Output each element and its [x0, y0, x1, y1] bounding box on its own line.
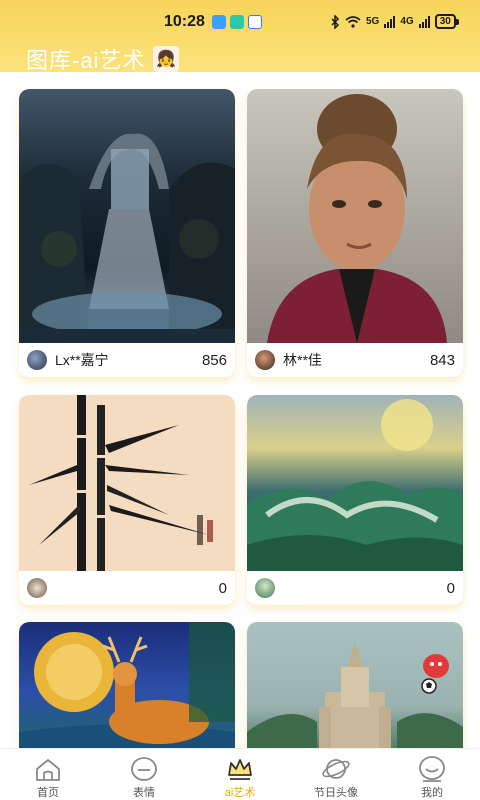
page-title: 图库-ai艺术 👧: [26, 43, 180, 75]
status-time: 10:28: [164, 13, 205, 30]
bluetooth-icon: [331, 14, 340, 29]
planet-icon: [322, 759, 350, 779]
image-card[interactable]: [19, 622, 235, 748]
ocean-waves-image[interactable]: [247, 395, 463, 571]
battery-indicator: 30: [434, 14, 459, 29]
author-avatar[interactable]: [255, 578, 275, 598]
author-avatar[interactable]: [27, 350, 47, 370]
mascot-soccer-icon[interactable]: [417, 650, 455, 694]
ocean-artwork: [247, 399, 463, 571]
like-count: 843: [429, 351, 455, 369]
like-count: 0: [446, 579, 455, 597]
bottom-tab-bar: 首页 表情 ai艺术 节日头像 我的: [0, 748, 480, 800]
image-card[interactable]: 0: [19, 395, 235, 605]
image-card[interactable]: 林**佳 843: [247, 89, 463, 377]
card-footer: 0: [247, 571, 463, 605]
network-4g-label: 4G: [400, 16, 414, 27]
card-footer: 林**佳 843: [247, 343, 463, 377]
bamboo-image[interactable]: [19, 395, 235, 571]
deer-artwork: [19, 622, 235, 748]
status-bar: 10:28 5G 4G 30: [0, 8, 480, 36]
app-header: 10:28 5G 4G 30 图库-ai艺术 👧: [0, 0, 480, 75]
waterfall-artwork: [19, 133, 235, 343]
author-avatar[interactable]: [255, 350, 275, 370]
tab-festival-avatar-label: 节日头像: [314, 787, 358, 799]
tab-emoji-label: 表情: [133, 787, 155, 799]
deer-moon-image[interactable]: [19, 622, 235, 748]
image-card[interactable]: Lx**嘉宁 856: [19, 89, 235, 377]
like-count: 0: [218, 579, 227, 597]
image-grid[interactable]: Lx**嘉宁 856 林**佳 843 0 0: [0, 72, 480, 748]
waterfall-image[interactable]: [19, 89, 235, 343]
status-app-icons: [212, 15, 262, 29]
author-name: Lx**嘉宁: [55, 352, 109, 368]
tab-profile[interactable]: 我的: [384, 749, 480, 800]
image-card[interactable]: 0: [247, 395, 463, 605]
signal-4g-icon: [418, 15, 430, 28]
tab-festival-avatar[interactable]: 节日头像: [288, 749, 384, 800]
castle-image[interactable]: [247, 622, 463, 748]
wifi-icon: [345, 15, 361, 28]
browser-app-icon: [248, 15, 262, 29]
portrait-artwork: [267, 94, 447, 343]
emoji-icon: [131, 757, 157, 781]
tab-home-label: 首页: [37, 787, 59, 799]
card-footer: Lx**嘉宁 856: [19, 343, 235, 377]
profile-icon: [419, 756, 445, 782]
author-avatar[interactable]: [27, 578, 47, 598]
portrait-image[interactable]: [247, 89, 463, 343]
signal-5g-icon: [384, 15, 396, 28]
tab-profile-label: 我的: [421, 787, 443, 799]
tab-emoji[interactable]: 表情: [96, 749, 192, 800]
chat-app-icon: [230, 15, 244, 29]
author-name: 林**佳: [283, 352, 322, 368]
bamboo-artwork: [29, 395, 213, 571]
status-right: 5G 4G 30: [330, 14, 459, 29]
girl-emoji-icon: 👧: [153, 46, 180, 72]
message-app-icon: [212, 15, 226, 29]
tab-home[interactable]: 首页: [0, 749, 96, 800]
image-card[interactable]: [247, 622, 463, 748]
network-5g-label: 5G: [366, 16, 380, 27]
page-title-text: 图库-ai艺术: [26, 48, 146, 73]
tab-ai-art-label: ai艺术: [224, 787, 256, 799]
tab-ai-art[interactable]: ai艺术: [192, 749, 288, 800]
card-footer: 0: [19, 571, 235, 605]
like-count: 856: [201, 351, 227, 369]
home-icon: [36, 759, 60, 781]
crown-icon: [228, 759, 252, 780]
